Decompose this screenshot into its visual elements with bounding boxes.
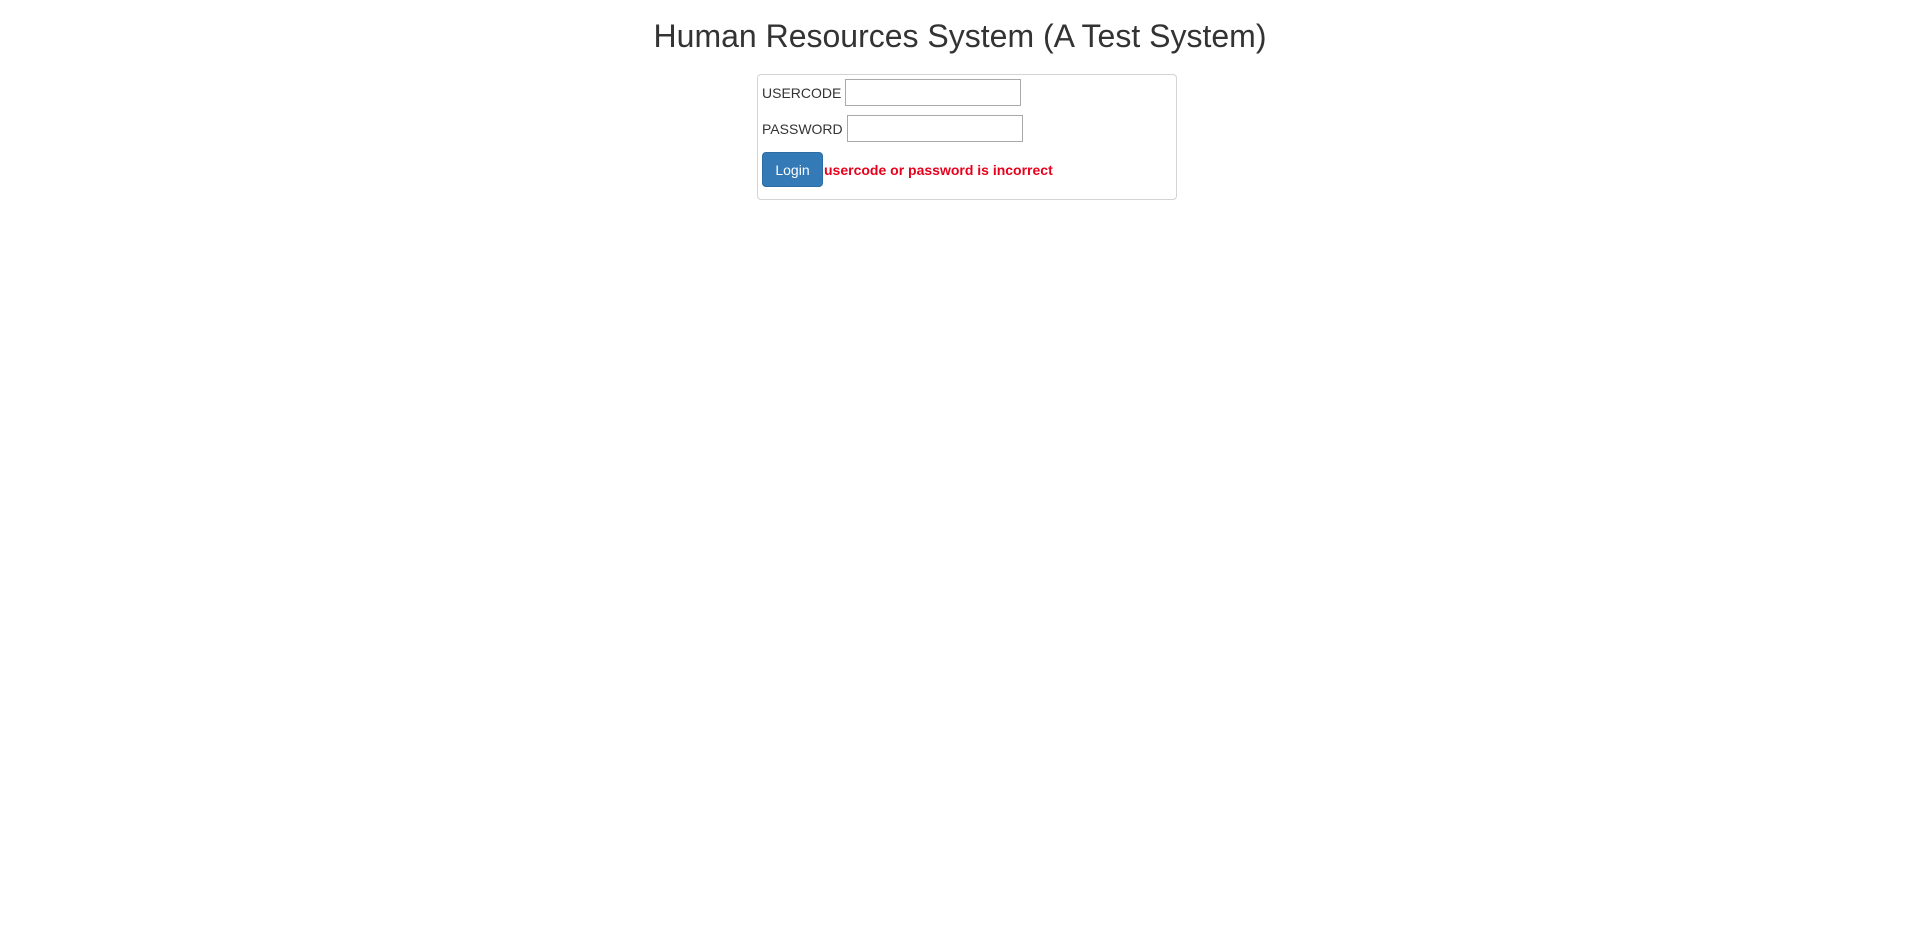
actions-row: Login usercode or password is incorrect bbox=[762, 152, 1053, 187]
login-button[interactable]: Login bbox=[762, 152, 823, 187]
error-message: usercode or password is incorrect bbox=[824, 161, 1053, 178]
page-title: Human Resources System (A Test System) bbox=[653, 18, 1267, 54]
login-panel: USERCODE PASSWORD Login usercode or pass… bbox=[757, 74, 1177, 200]
usercode-input[interactable] bbox=[845, 79, 1022, 106]
password-input[interactable] bbox=[846, 115, 1023, 142]
usercode-row: USERCODE bbox=[762, 79, 1022, 106]
password-row: PASSWORD bbox=[762, 115, 1023, 142]
usercode-label: USERCODE bbox=[762, 84, 842, 101]
password-label: PASSWORD bbox=[762, 120, 843, 137]
